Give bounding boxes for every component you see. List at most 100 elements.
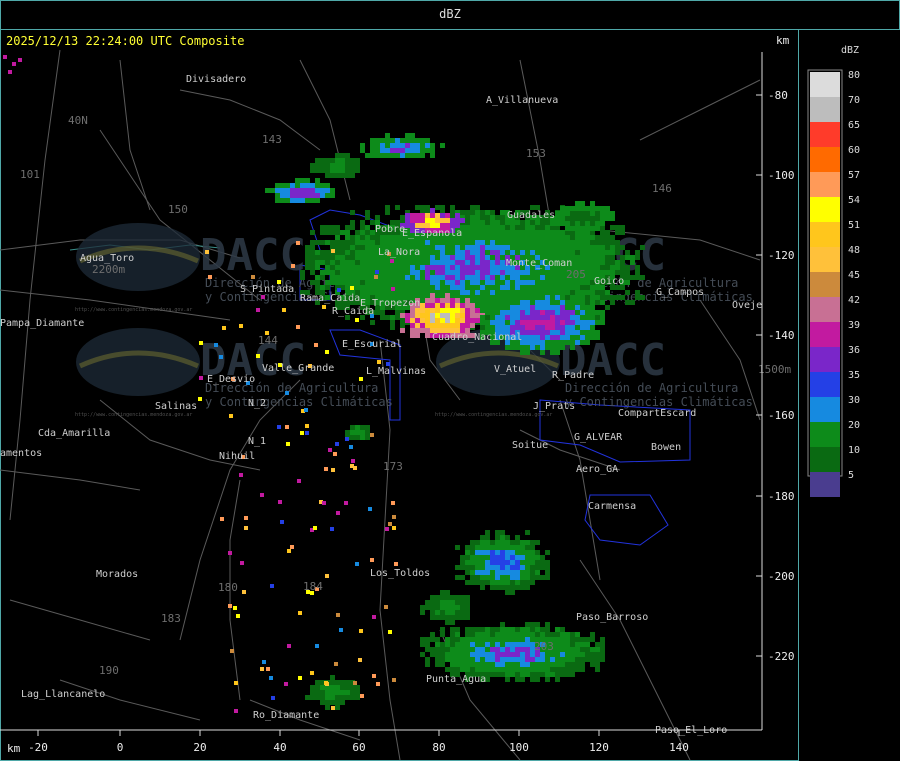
echo-cell	[475, 280, 480, 285]
echo-cell	[400, 153, 405, 158]
echo-cell	[475, 285, 480, 290]
echo-cell	[515, 245, 520, 250]
echo-cell	[400, 285, 405, 290]
echo-cell	[480, 240, 485, 245]
echo-cell	[585, 206, 590, 211]
echo-cell	[510, 225, 515, 230]
echo-cell	[515, 545, 520, 550]
echo-cell	[365, 290, 370, 295]
echo-cell	[440, 245, 445, 250]
echo-cell	[575, 295, 580, 300]
echo-cell	[390, 320, 395, 325]
echo-cell	[350, 286, 354, 290]
echo-cell	[350, 158, 355, 163]
echo-cell	[355, 695, 360, 700]
echo-cell	[440, 590, 445, 595]
echo-cell	[585, 290, 590, 295]
radar-map[interactable]: DACCDirección de Agriculturay Contingenc…	[0, 0, 900, 761]
echo-cell	[295, 198, 300, 203]
echo-cell	[570, 245, 575, 250]
echo-cell	[520, 350, 525, 355]
echo-cell	[485, 265, 490, 270]
echo-cell	[525, 565, 530, 570]
echo-cell	[500, 622, 505, 627]
echo-cell	[485, 570, 490, 575]
echo-cell	[475, 540, 480, 545]
echo-cell	[350, 265, 355, 270]
echo-cell	[365, 425, 370, 430]
echo-cell	[525, 545, 530, 550]
echo-cell	[605, 211, 610, 216]
x-tick-label: 120	[589, 741, 609, 754]
echo-cell	[475, 560, 480, 565]
echo-cell	[585, 235, 590, 240]
echo-cell	[335, 280, 340, 285]
echo-cell	[415, 313, 420, 318]
echo-cell	[510, 672, 515, 677]
echo-cell	[415, 323, 420, 328]
km-unit-bottom: km	[7, 742, 21, 755]
echo-cell	[325, 158, 330, 163]
x-tick-label: 140	[669, 741, 689, 754]
echo-cell	[475, 255, 480, 260]
echo-cell	[390, 235, 395, 240]
echo-cell	[580, 250, 585, 255]
echo-cell	[560, 221, 565, 226]
echo-cell	[520, 300, 525, 305]
echo-cell	[570, 216, 575, 221]
echo-cell	[535, 320, 540, 325]
echo-cell	[585, 255, 590, 260]
echo-cell	[550, 662, 555, 667]
echo-cell	[385, 148, 390, 153]
echo-cell	[325, 163, 330, 168]
echo-cell	[445, 313, 450, 318]
echo-cell	[500, 300, 505, 305]
echo-cell	[320, 188, 325, 193]
echo-cell	[580, 300, 585, 305]
place-label: 101	[20, 168, 40, 181]
echo-cell	[490, 230, 495, 235]
echo-cell	[600, 240, 605, 245]
echo-cell	[410, 285, 415, 290]
echo-cell	[530, 345, 535, 350]
echo-cell	[395, 315, 400, 320]
echo-cell	[515, 270, 520, 275]
echo-cell	[515, 637, 520, 642]
echo-cell	[395, 310, 400, 315]
echo-cell	[590, 226, 595, 231]
echo-cell	[515, 560, 520, 565]
echo-cell	[298, 676, 302, 680]
echo-cell	[510, 305, 515, 310]
echo-cell	[310, 690, 315, 695]
echo-cell	[515, 580, 520, 585]
legend-value: 45	[848, 270, 860, 281]
echo-cell	[510, 662, 515, 667]
echo-cell	[490, 647, 495, 652]
place-label: E_Tropezon	[360, 298, 420, 309]
echo-cell	[545, 245, 550, 250]
echo-cell	[465, 255, 470, 260]
echo-cell	[333, 452, 337, 456]
echo-cell	[239, 324, 243, 328]
echo-cell	[315, 250, 320, 255]
echo-cell	[585, 310, 590, 315]
echo-cell	[435, 662, 440, 667]
echo-cell	[395, 205, 400, 210]
echo-cell	[560, 325, 565, 330]
echo-cell	[320, 685, 325, 690]
echo-cell	[350, 235, 355, 240]
echo-cell	[365, 260, 370, 265]
echo-cell	[385, 285, 390, 290]
echo-cell	[425, 328, 430, 333]
echo-cell	[315, 695, 320, 700]
echo-cell	[450, 210, 455, 215]
echo-cell	[505, 225, 510, 230]
echo-cell	[355, 285, 360, 290]
echo-cell	[475, 627, 480, 632]
echo-cell	[500, 235, 505, 240]
echo-cell	[635, 295, 640, 300]
echo-cell	[445, 275, 450, 280]
echo-cell	[475, 205, 480, 210]
echo-cell	[405, 270, 410, 275]
echo-cell	[470, 205, 475, 210]
